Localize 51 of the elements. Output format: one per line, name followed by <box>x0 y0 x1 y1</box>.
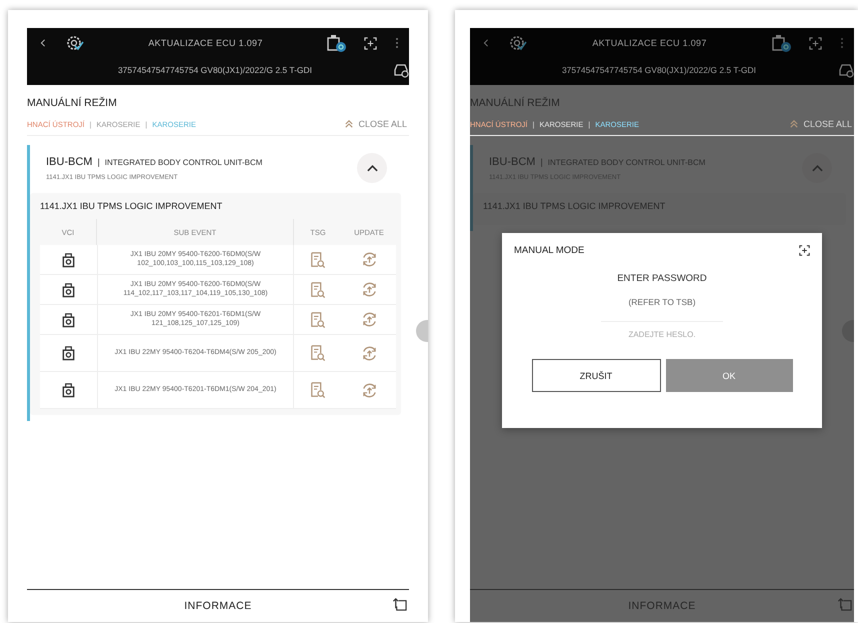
separator: | <box>540 156 543 166</box>
dialog-title: MANUAL MODE <box>514 245 584 256</box>
document-search-icon[interactable] <box>310 252 326 268</box>
update-icon[interactable] <box>360 344 378 362</box>
update-icon[interactable] <box>360 311 378 328</box>
screen-title: AKTUALIZACE ECU 1.097 <box>147 38 264 48</box>
close-all-link[interactable]: CLOSE ALL <box>803 119 854 129</box>
update-icon[interactable] <box>360 281 378 298</box>
vehicle-info: 37574547547745754 GV80(JX1)/2022/G 2.5 T-GDI <box>116 64 314 74</box>
close-all-link[interactable]: CLOSE ALL <box>358 119 409 129</box>
collapse-button[interactable] <box>357 153 387 183</box>
information-tab[interactable]: INFORMACE <box>628 600 696 612</box>
event-title: 1141.JX1 IBU TPMS LOGIC IMPROVEMENT <box>483 201 666 211</box>
document-search-icon[interactable] <box>310 282 326 298</box>
module-code: IBU-BCM <box>489 156 536 168</box>
module-name: INTEGRATED BODY CONTROL UNIT-BCM <box>104 158 262 166</box>
document-search-icon[interactable] <box>310 312 326 328</box>
screen-title: AKTUALIZACE ECU 1.097 <box>591 38 708 48</box>
vci-device-icon[interactable] <box>61 382 76 398</box>
add-tab-icon[interactable] <box>392 596 407 611</box>
car-icon[interactable] <box>393 62 409 78</box>
dialog-prompt: ENTER PASSWORD <box>617 273 707 284</box>
module-code: IBU-BCM <box>46 156 92 168</box>
module-name: INTEGRATED BODY CONTROL UNIT-BCM <box>548 158 706 166</box>
more-icon[interactable] <box>395 37 399 49</box>
back-icon[interactable] <box>482 37 490 49</box>
update-icon[interactable] <box>360 382 378 398</box>
vci-device-icon[interactable] <box>61 312 76 328</box>
section-title: MANUÁLNÍ REŽIM <box>470 97 561 109</box>
vci-device-icon[interactable] <box>61 345 76 361</box>
back-icon[interactable] <box>39 37 47 49</box>
information-tab[interactable]: INFORMACE <box>184 600 252 612</box>
document-search-icon[interactable] <box>310 382 326 398</box>
document-search-icon[interactable] <box>310 345 326 361</box>
fullscreen-icon[interactable] <box>799 245 810 256</box>
device-icon[interactable] <box>326 34 346 52</box>
cancel-button[interactable]: ZRUŠIT <box>532 359 660 392</box>
chevron-up-icon <box>366 164 378 172</box>
gear-check-icon[interactable] <box>508 34 528 52</box>
vci-device-icon[interactable] <box>61 252 76 268</box>
dialog-hint: (REFER TO TSB) <box>628 297 696 307</box>
double-chevron-up-icon[interactable] <box>345 120 354 128</box>
side-handle[interactable] <box>416 320 428 342</box>
update-icon[interactable] <box>360 251 378 268</box>
vci-device-icon[interactable] <box>61 282 76 298</box>
separator: | <box>97 156 100 166</box>
section-title: MANUÁLNÍ REŽIM <box>27 97 118 109</box>
more-icon[interactable] <box>840 37 844 49</box>
vehicle-info: 37574547547745754 GV80(JX1)/2022/G 2.5 T-GDI <box>560 64 758 74</box>
event-title: 1141.JX1 IBU TPMS LOGIC IMPROVEMENT <box>40 201 224 211</box>
gear-check-icon[interactable] <box>65 34 85 52</box>
